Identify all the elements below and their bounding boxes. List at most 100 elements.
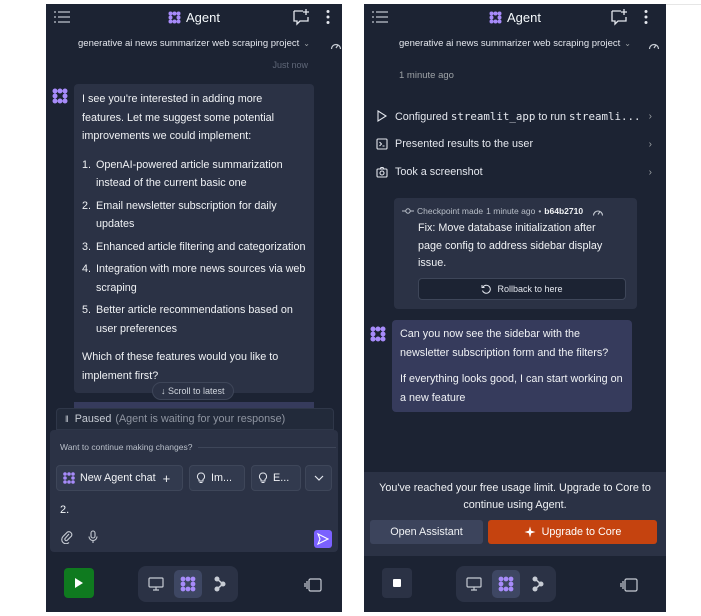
send-icon <box>317 533 329 545</box>
continue-prompt: Want to continue making changes? <box>60 442 336 452</box>
usage-limit-banner: You've reached your free usage limit. Up… <box>364 472 666 556</box>
workspace-tab[interactable] <box>524 570 552 598</box>
open-assistant-button[interactable]: Open Assistant <box>370 520 483 544</box>
paused-status: ‖ Paused (Agent is waiting for your resp… <box>56 408 334 430</box>
bottom-toolbar <box>364 556 666 612</box>
upgrade-to-core-button[interactable]: Upgrade to Core <box>488 520 657 544</box>
chevron-right-icon: › <box>648 110 652 122</box>
checkpoint-label: Checkpoint made <box>417 206 484 216</box>
action-text: Presented results to the user <box>395 138 534 150</box>
paused-label: Paused <box>74 413 112 425</box>
project-selector[interactable]: generative ai news summarizer web scrapi… <box>364 38 666 49</box>
message-paragraph: Can you now see the sidebar with the new… <box>400 328 609 359</box>
checkpoint-separator: • <box>538 206 542 216</box>
chat-input[interactable]: 2. <box>60 504 69 516</box>
run-button[interactable] <box>64 568 94 598</box>
checkpoint-message: Fix: Move database initialization after … <box>418 222 603 269</box>
new-agent-chat-button[interactable]: New Agent chat + <box>56 465 183 491</box>
speed-gauge-icon[interactable] <box>648 40 660 50</box>
suggestion-chip[interactable]: E... <box>251 465 301 491</box>
list-item: 2. Email newsletter subscription for dail… <box>82 197 306 234</box>
chevron-down-icon: ⌄ <box>624 39 631 48</box>
checkpoint-card: Checkpoint made 1 minute ago • b64b2710 … <box>394 198 637 309</box>
agent-message: Can you now see the sidebar with the new… <box>392 320 632 412</box>
side-panel-icon[interactable] <box>304 578 322 592</box>
camera-icon <box>376 166 388 178</box>
agent-avatar-icon <box>370 326 386 342</box>
continue-label: Want to continue making changes? <box>60 442 193 452</box>
speed-gauge-icon[interactable] <box>330 40 342 50</box>
paused-detail: (Agent is waiting for your response) <box>115 413 286 425</box>
header: Agent <box>46 4 342 31</box>
checkpoint-header: Checkpoint made 1 minute ago • b64b2710 <box>402 206 629 216</box>
workspace-tab[interactable] <box>206 570 234 598</box>
agent-logo-icon <box>168 11 181 24</box>
chevron-down-icon: ⌄ <box>303 39 310 48</box>
monitor-icon <box>148 577 164 591</box>
action-took-screenshot[interactable]: Took a screenshot › <box>376 163 652 181</box>
list-item-number: 5. <box>82 304 92 316</box>
left-agent-panel: Agent generative ai news summarizer web … <box>46 4 342 612</box>
chat-input-area: Want to continue making changes? New Age… <box>50 430 338 552</box>
list-item: 3. Enhanced article filtering and categor… <box>82 238 306 257</box>
view-switcher <box>138 566 238 602</box>
speed-gauge-icon[interactable] <box>592 207 604 216</box>
agent-message: I see you're interested in adding more f… <box>74 84 314 393</box>
list-item-text: Better article recommendations based on … <box>96 304 293 335</box>
stop-button[interactable] <box>382 568 412 598</box>
list-item: 1. OpenAI-powered article summarization i… <box>82 156 306 193</box>
suggestion-chip[interactable]: Im... <box>189 465 245 491</box>
header-title: Agent <box>489 10 541 25</box>
rollback-label: Rollback to here <box>497 284 563 294</box>
rollback-button[interactable]: Rollback to here <box>418 278 626 300</box>
play-icon <box>75 578 83 588</box>
chevron-down-icon <box>314 475 323 481</box>
action-code-2: streamli... <box>568 109 641 123</box>
more-suggestions-button[interactable] <box>305 465 332 491</box>
pause-icon: ‖ <box>65 414 69 424</box>
preview-tab[interactable] <box>142 570 170 598</box>
preview-tab[interactable] <box>460 570 488 598</box>
list-item-number: 1. <box>82 158 92 171</box>
list-item: 4. Integration with more news sources via… <box>82 260 306 297</box>
header-title: Agent <box>168 10 220 25</box>
action-text: Configured streamlit_app to run streamli… <box>395 110 643 123</box>
agent-tab[interactable] <box>174 570 202 598</box>
agent-logo-icon <box>63 472 75 484</box>
monitor-icon <box>466 577 482 591</box>
sparkle-icon <box>524 526 536 538</box>
more-options-icon[interactable] <box>325 9 331 25</box>
new-chat-icon[interactable] <box>610 8 628 26</box>
side-panel-icon[interactable] <box>620 578 638 592</box>
list-item-text: Integration with more news sources via w… <box>96 263 306 294</box>
checkpoint-time: 1 minute ago <box>486 206 536 216</box>
timestamp: 1 minute ago <box>399 70 454 81</box>
agent-tab[interactable] <box>492 570 520 598</box>
project-selector[interactable]: generative ai news summarizer web scrapi… <box>46 38 342 49</box>
attach-icon[interactable] <box>60 530 74 544</box>
menu-icon[interactable] <box>372 10 388 24</box>
list-item: 5. Better article recommendations based o… <box>82 301 306 338</box>
header-title-text: Agent <box>186 10 220 25</box>
action-presented-results[interactable]: Presented results to the user › <box>376 135 652 153</box>
suggestion-chip-label: E... <box>273 472 290 484</box>
checkpoint-hash: b64b2710 <box>544 206 584 216</box>
microphone-icon[interactable] <box>86 530 100 544</box>
send-button[interactable] <box>314 530 332 548</box>
new-chat-icon[interactable] <box>292 8 310 26</box>
lightbulb-icon <box>258 472 268 483</box>
action-prefix: Configured <box>395 110 451 123</box>
project-name: generative ai news summarizer web scrapi… <box>399 38 621 49</box>
project-name: generative ai news summarizer web scrapi… <box>78 38 300 49</box>
scroll-to-latest-button[interactable]: ↓ Scroll to latest <box>152 382 234 400</box>
view-switcher <box>456 566 556 602</box>
more-options-icon[interactable] <box>643 9 649 25</box>
agent-logo-icon <box>180 576 196 592</box>
menu-icon[interactable] <box>54 10 70 24</box>
suggestion-chip-label: Im... <box>211 472 232 484</box>
agent-avatar-icon <box>52 88 68 104</box>
agent-logo-icon <box>489 11 502 24</box>
branch-icon <box>532 576 544 592</box>
action-configured-workflow[interactable]: Configured streamlit_app to run streamli… <box>376 107 652 125</box>
list-item-number: 2. <box>82 199 92 212</box>
